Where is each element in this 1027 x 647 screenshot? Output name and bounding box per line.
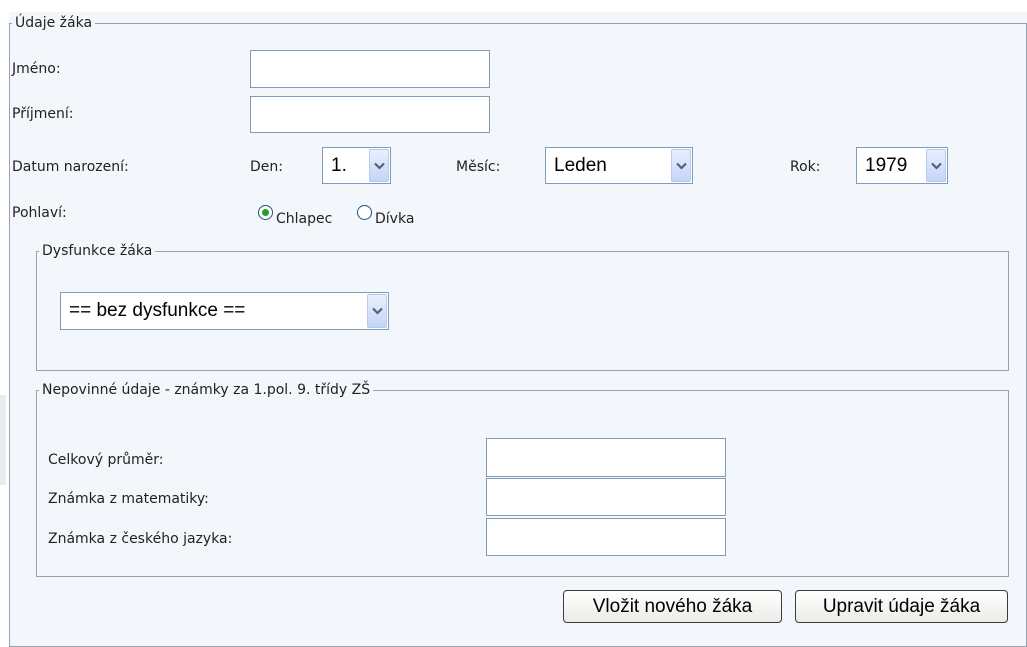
- insert-student-button[interactable]: Vložit nového žáka: [563, 590, 782, 623]
- birth-date-label: Datum narození:: [12, 159, 129, 175]
- chevron-down-icon: [371, 307, 383, 315]
- radio-selected-icon: [262, 209, 269, 216]
- month-label: Měsíc:: [456, 159, 501, 175]
- month-dropdown-button[interactable]: [671, 149, 691, 182]
- dysfunction-select[interactable]: == bez dysfunkce ==: [60, 292, 389, 330]
- day-dropdown-button[interactable]: [369, 149, 389, 182]
- radio-chlapec[interactable]: [258, 205, 273, 220]
- dysfunction-legend: Dysfunkce žáka: [42, 243, 153, 259]
- last-name-input[interactable]: [250, 96, 490, 133]
- czech-input[interactable]: [486, 518, 726, 556]
- day-label: Den:: [250, 159, 283, 175]
- math-input[interactable]: [486, 478, 726, 516]
- update-student-button[interactable]: Upravit údaje žáka: [795, 590, 1008, 623]
- left-edge-strip: [0, 395, 6, 485]
- radio-chlapec-label[interactable]: Chlapec: [276, 211, 332, 227]
- radio-divka-label[interactable]: Dívka: [375, 211, 414, 227]
- average-label: Celkový průměr:: [48, 452, 164, 468]
- year-select-value: 1979: [865, 154, 908, 176]
- chevron-down-icon: [930, 162, 942, 170]
- year-select[interactable]: 1979: [856, 147, 948, 184]
- gender-label: Pohlaví:: [12, 205, 67, 221]
- radio-divka[interactable]: [357, 205, 372, 220]
- chevron-down-icon: [675, 162, 687, 170]
- math-label: Známka z matematiky:: [48, 491, 209, 507]
- dysfunction-dropdown-button[interactable]: [367, 294, 387, 328]
- student-legend: Údaje žáka: [15, 15, 93, 31]
- year-dropdown-button[interactable]: [926, 149, 946, 182]
- month-select[interactable]: Leden: [545, 147, 693, 184]
- last-name-label: Příjmení:: [12, 106, 74, 122]
- chevron-down-icon: [373, 162, 385, 170]
- optional-legend: Nepovinné údaje - známky za 1.pol. 9. tř…: [42, 382, 371, 398]
- month-select-value: Leden: [554, 154, 607, 176]
- first-name-input[interactable]: [250, 50, 490, 88]
- czech-label: Známka z českého jazyka:: [48, 531, 233, 547]
- dysfunction-select-value: == bez dysfunkce ==: [69, 300, 246, 321]
- day-select[interactable]: 1.: [322, 147, 391, 184]
- average-input[interactable]: [486, 438, 726, 477]
- day-select-value: 1.: [331, 154, 347, 176]
- year-label: Rok:: [790, 159, 821, 175]
- first-name-label: Jméno:: [12, 61, 61, 77]
